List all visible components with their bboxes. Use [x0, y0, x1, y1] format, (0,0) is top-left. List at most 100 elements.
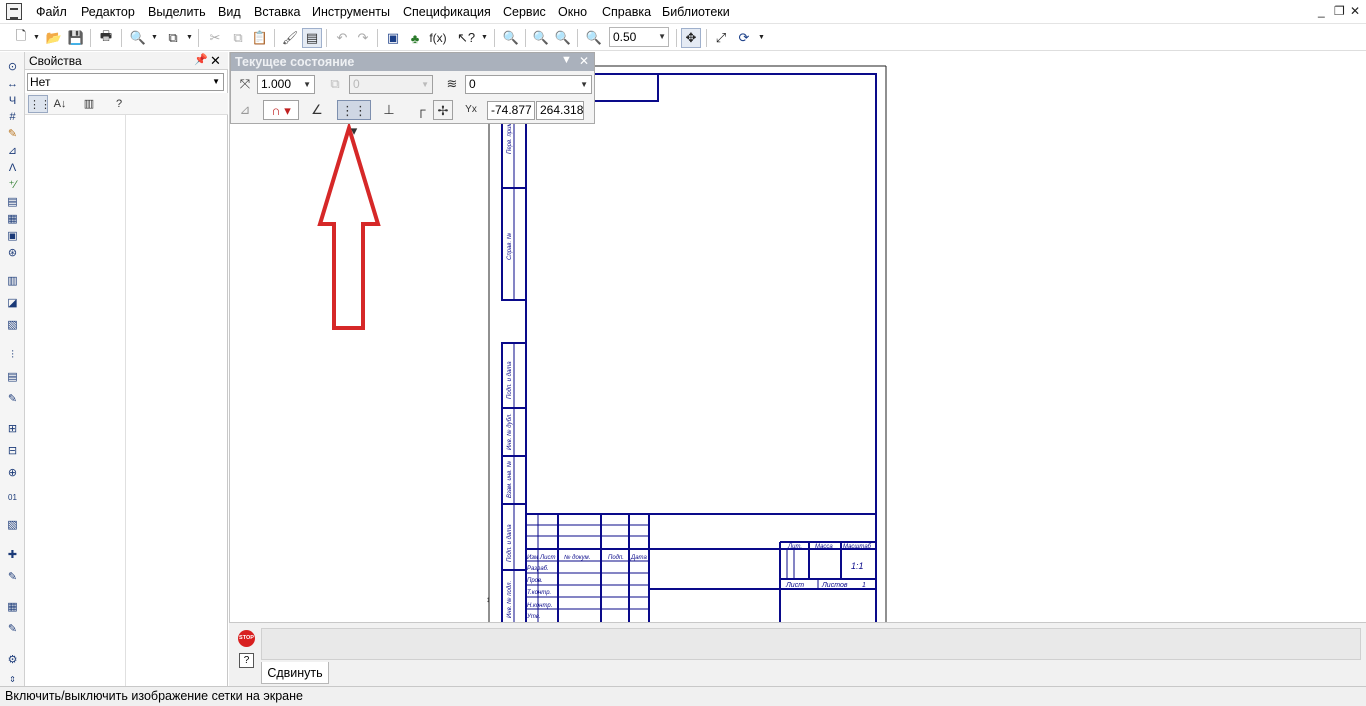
pan-icon[interactable]: ✥ — [681, 28, 701, 48]
layers-icon[interactable]: ⫶ — [4, 348, 21, 363]
pin-icon[interactable]: 📌 — [194, 53, 208, 66]
print-icon[interactable]: 🖶 — [96, 28, 116, 48]
chevron-down-icon[interactable]: ▼ — [421, 76, 429, 93]
geometry-icon[interactable]: ⊙ — [4, 60, 21, 75]
open-folder-icon[interactable]: 📂 — [44, 28, 64, 48]
doc-check-icon[interactable]: ▧ — [4, 518, 21, 533]
grid-icon[interactable]: ⋮⋮ ▾ — [337, 100, 371, 138]
menu-window[interactable]: Окно — [556, 3, 589, 21]
help-icon[interactable]: ? — [239, 653, 254, 668]
menu-select[interactable]: Выделить — [146, 3, 208, 21]
properties-combo[interactable]: Нет ▼ — [27, 73, 224, 91]
property-pages-icon[interactable]: ▥ — [79, 95, 99, 113]
print-preview-icon[interactable]: 🔍 — [128, 28, 148, 48]
show-all-icon[interactable]: ⤢ — [711, 28, 731, 48]
menu-view[interactable]: Вид — [216, 3, 243, 21]
save-icon[interactable]: 💾 — [66, 28, 86, 48]
menu-libraries[interactable]: Библиотеки — [660, 3, 732, 21]
close-window-icon[interactable]: ✕ — [1350, 4, 1360, 18]
chevron-down-icon[interactable]: ▼ — [561, 54, 572, 66]
menu-service[interactable]: Сервис — [501, 3, 548, 21]
zoom-previous-icon[interactable]: 🔍 — [553, 28, 573, 48]
refresh-icon[interactable]: ⟳ — [734, 28, 754, 48]
numbering-icon[interactable]: 01 — [4, 490, 21, 505]
menu-help[interactable]: Справка — [600, 3, 653, 21]
more-icon[interactable]: ⇕ — [4, 672, 21, 687]
help-icon[interactable]: ? — [109, 95, 129, 113]
dimensions-icon[interactable]: ↔ — [4, 77, 21, 92]
menu-specification[interactable]: Спецификация — [401, 3, 493, 21]
chevron-down-icon[interactable]: ▼ — [580, 76, 588, 93]
sort-alpha-icon[interactable]: A↓ — [50, 95, 70, 113]
zoom-scale-icon[interactable]: 🔍 — [584, 28, 604, 48]
settings-icon[interactable]: ⚙ — [4, 653, 21, 668]
stop-icon[interactable]: STOP — [238, 630, 255, 647]
doc-icon-1[interactable]: ▥ — [4, 274, 21, 289]
round-icon[interactable]: ┌ — [411, 100, 431, 120]
chevron-down-icon[interactable]: ▼ — [658, 28, 666, 46]
menu-file[interactable]: Файл — [34, 3, 69, 21]
group-by-category-icon[interactable]: ⋮⋮ — [28, 95, 51, 113]
chevron-down-icon[interactable]: ▼ — [758, 34, 765, 41]
sheet-icon[interactable]: ▦ — [4, 600, 21, 615]
minimize-icon[interactable]: _ — [1318, 4, 1325, 18]
paste-icon[interactable]: 📋 — [250, 28, 270, 48]
plus-ten-icon[interactable]: ✚ — [4, 548, 21, 563]
cut-icon[interactable]: ✂ — [205, 28, 225, 48]
restore-icon[interactable]: ❐ — [1334, 4, 1345, 18]
doc-icon-2[interactable]: ◪ — [4, 296, 21, 311]
menu-insert[interactable]: Вставка — [252, 3, 302, 21]
layer-add-icon[interactable]: ⊕ — [4, 466, 21, 481]
properties-icon[interactable]: ▤ — [302, 28, 322, 48]
step-field[interactable]: 1.000 ▼ — [257, 75, 315, 94]
view-field[interactable]: 0 ▼ — [349, 75, 433, 94]
snap-magnet-icon[interactable]: ∩ ▾ — [263, 100, 299, 120]
drawing-canvas[interactable]: Перв. примен. Справ. № Подп. и дата Инв.… — [229, 52, 1366, 622]
grid-add-icon[interactable]: ⊟ — [4, 444, 21, 459]
new-document-icon[interactable]: 🗋 — [11, 28, 31, 48]
ortho-icon[interactable]: ⊿ — [235, 100, 255, 120]
layers-icon[interactable]: ≋ — [442, 74, 462, 94]
cursor-icon[interactable]: ✢ — [433, 100, 453, 120]
local-cs-icon[interactable]: ∠ — [307, 100, 327, 120]
chevron-down-icon[interactable]: ▼ — [33, 34, 40, 41]
report-icon[interactable]: ▦ — [4, 212, 21, 227]
manager-icon[interactable]: ▣ — [383, 28, 403, 48]
chevron-down-icon[interactable]: ▼ — [212, 74, 220, 90]
macro-icon[interactable]: ⊛ — [4, 246, 21, 261]
selection-icon[interactable]: Λ — [4, 161, 21, 176]
help-pointer-icon[interactable]: ↖? — [456, 28, 476, 48]
x-coordinate-field[interactable]: -74.877 — [487, 101, 535, 120]
redo-icon[interactable]: ↷ — [353, 28, 373, 48]
tree-icon[interactable]: ♣ — [405, 28, 425, 48]
measurements-icon[interactable]: ⊿ — [4, 144, 21, 159]
app-document-icon[interactable] — [6, 3, 22, 20]
copy-properties-icon[interactable]: 🖌 — [280, 28, 300, 48]
chevron-down-icon[interactable]: ▼ — [303, 76, 311, 93]
y-coordinate-field[interactable]: 264.318 — [536, 101, 584, 120]
edit-doc-icon[interactable]: ✎ — [4, 392, 21, 407]
edit-sheet-icon[interactable]: ✎ — [4, 570, 21, 585]
zoom-window-icon[interactable]: 🔍 — [501, 28, 521, 48]
undo-icon[interactable]: ↶ — [332, 28, 352, 48]
view-icon[interactable]: ⧉ — [325, 74, 345, 94]
parametrization-icon[interactable]: ✎ — [4, 127, 21, 142]
close-panel-icon[interactable]: ✕ — [579, 54, 589, 68]
copy-icon[interactable]: ⧉ — [228, 28, 248, 48]
document-manager-icon[interactable]: ⧉ — [163, 28, 183, 48]
layer-field[interactable]: 0 ▼ — [465, 75, 592, 94]
close-panel-icon[interactable]: ✕ — [210, 53, 221, 69]
designations-icon[interactable]: Ч — [4, 94, 21, 109]
zoom-in-icon[interactable]: 🔍 — [531, 28, 551, 48]
chevron-down-icon[interactable]: ▼ — [151, 34, 158, 41]
axes-icon[interactable]: ⊥ — [379, 100, 399, 120]
zoom-scale-field[interactable]: 0.50 ▼ — [609, 27, 669, 47]
associative-views-icon[interactable]: ⁺∕ — [4, 178, 21, 193]
chevron-down-icon[interactable]: ▼ — [481, 34, 488, 41]
chevron-down-icon[interactable]: ▼ — [186, 34, 193, 41]
table-icon[interactable]: ▤ — [4, 370, 21, 385]
menu-edit[interactable]: Редактор — [79, 3, 137, 21]
sheet-edit-icon[interactable]: ✎ — [4, 622, 21, 637]
variables-icon[interactable]: f(x) — [428, 28, 448, 48]
doc-icon-3[interactable]: ▧ — [4, 318, 21, 333]
